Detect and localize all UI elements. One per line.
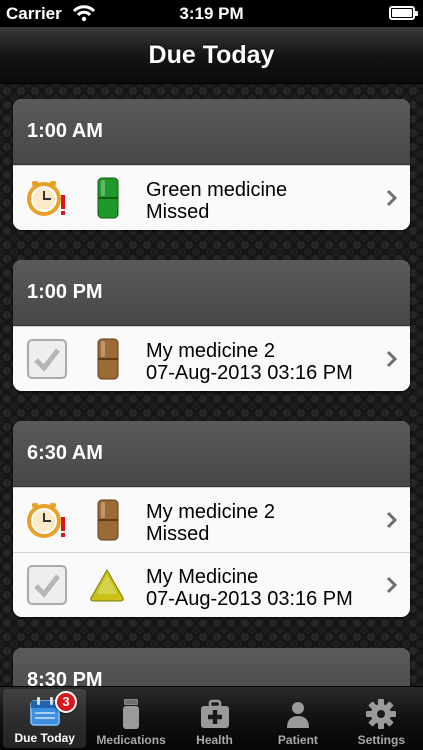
time-group: 8:30 PM [13, 648, 410, 686]
medicine-detail: Missed [146, 523, 210, 545]
tab-label: Due Today [14, 731, 75, 745]
page-title: Due Today [148, 40, 275, 69]
tab-label: Health [196, 733, 233, 747]
gear-icon [366, 699, 397, 729]
tab-label: Medications [96, 733, 166, 747]
tab-label: Settings [357, 733, 405, 747]
time-group: 6:30 AM My medicine 2 Missed My Medicine… [13, 421, 410, 617]
medicine-row[interactable]: My medicine 2 07-Aug-2013 03:16 PM [13, 326, 410, 391]
medicine-detail: Missed [146, 201, 210, 223]
tab-due-today[interactable]: 3 Due Today [3, 689, 87, 748]
battery-icon [389, 6, 418, 20]
clock-missed-icon [27, 503, 65, 538]
tab-medications[interactable]: Medications [89, 687, 172, 750]
clock-missed-icon [27, 181, 65, 216]
medicine-row[interactable]: My medicine 2 Missed [13, 487, 410, 552]
medicine-row[interactable]: Green medicine Missed [13, 165, 410, 230]
due-count-badge: 3 [55, 691, 77, 713]
tab-patient[interactable]: Patient [256, 687, 339, 750]
capsule-icon [97, 338, 119, 380]
medicine-name: My Medicine [146, 566, 259, 588]
chevron-right-icon [386, 576, 398, 594]
time-group-label: 8:30 PM [27, 669, 103, 686]
tab-bar: 3 Due Today Medications Health Patient S… [0, 686, 423, 750]
time-group-header: 6:30 AM [13, 421, 410, 487]
medicine-row[interactable]: My Medicine 07-Aug-2013 03:16 PM [13, 552, 410, 617]
tab-settings[interactable]: Settings [340, 687, 423, 750]
medicine-name: My medicine 2 [146, 501, 275, 523]
due-today-list[interactable]: 1:00 AM Green medicine Missed 1:00 PM My… [0, 84, 423, 686]
checkbox-icon[interactable] [26, 338, 68, 380]
time-group-label: 1:00 PM [27, 281, 103, 303]
capsule-icon [97, 177, 119, 219]
medicine-detail: 07-Aug-2013 03:16 PM [146, 588, 353, 610]
time-group: 1:00 PM My medicine 2 07-Aug-2013 03:16 … [13, 260, 410, 391]
time-group-label: 6:30 AM [27, 442, 103, 464]
navigation-bar: Due Today [0, 27, 423, 84]
medicine-name: My medicine 2 [146, 340, 275, 362]
tab-health[interactable]: Health [173, 687, 256, 750]
capsule-icon [97, 499, 119, 541]
medical-kit-icon [200, 699, 229, 728]
status-bar: Carrier 3:19 PM [0, 0, 423, 27]
tab-label: Patient [277, 733, 318, 747]
chevron-right-icon [386, 511, 398, 529]
medicine-name: Green medicine [146, 179, 288, 201]
time-group-label: 1:00 AM [27, 120, 103, 142]
medicine-detail: 07-Aug-2013 03:16 PM [146, 362, 353, 384]
chevron-right-icon [386, 189, 398, 207]
status-time: 3:19 PM [179, 4, 244, 23]
chevron-right-icon [386, 350, 398, 368]
person-icon [286, 702, 309, 728]
time-group-header: 1:00 AM [13, 99, 410, 165]
triangle-tablet-icon [90, 568, 124, 602]
checkbox-icon[interactable] [26, 564, 68, 606]
time-group-header: 8:30 PM [13, 648, 410, 686]
time-group: 1:00 AM Green medicine Missed [13, 99, 410, 230]
time-group-header: 1:00 PM [13, 260, 410, 326]
pill-bottle-icon [123, 699, 140, 729]
